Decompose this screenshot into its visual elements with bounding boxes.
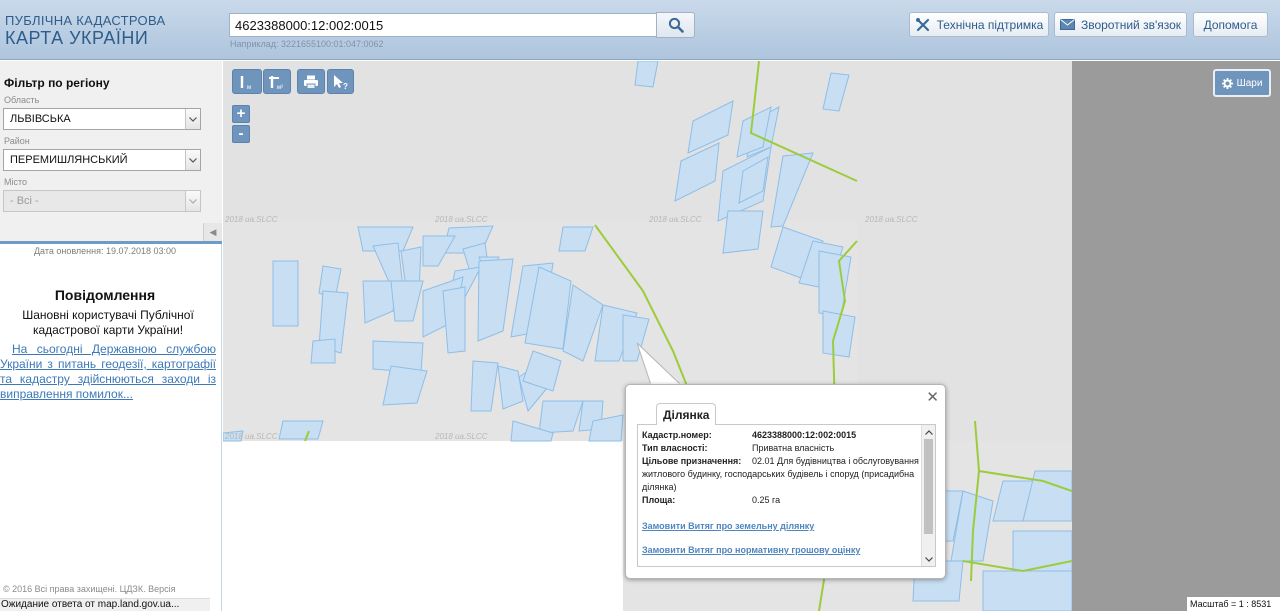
order-valuation-link[interactable]: Замовити Витяг про нормативну грошову оц… bbox=[642, 544, 920, 557]
chevron-left-icon: ◀ bbox=[209, 227, 217, 237]
logo-line1: ПУБЛІЧНА КАДАСТРОВА bbox=[5, 13, 166, 28]
parcel bbox=[1012, 530, 1072, 572]
sidebar: Фільтр по регіону Область ЛЬВІВСЬКА Райо… bbox=[0, 61, 222, 611]
cadastral-number-key: Кадастр.номер: bbox=[642, 430, 712, 440]
district-select[interactable]: ПЕРЕМИШЛЯНСЬКИЙ bbox=[3, 149, 201, 171]
scale-label: Масштаб = 1 : 8531 bbox=[1187, 597, 1280, 611]
watermark: 2018 ua.SLCC bbox=[434, 215, 488, 224]
notice-greeting: Шановні користувачі Публічної кадастрово… bbox=[22, 308, 194, 337]
purpose-row: Цільове призначення: 02.01 Для будівництв… bbox=[642, 455, 920, 494]
filter-title: Фільтр по регіону bbox=[4, 76, 110, 90]
search-button[interactable] bbox=[656, 12, 695, 38]
chevron-down-icon bbox=[185, 150, 200, 170]
district-label: Район bbox=[4, 136, 30, 146]
measure-area-button[interactable]: м² bbox=[263, 69, 291, 94]
order-extract-link[interactable]: Замовити Витяг про земельну ділянку bbox=[642, 520, 920, 533]
ownership-value: Приватна власність bbox=[752, 443, 835, 453]
map-blank-area bbox=[223, 441, 623, 611]
header: ПУБЛІЧНА КАДАСТРОВА КАРТА УКРАЇНИ Наприк… bbox=[0, 0, 1280, 60]
region-value: ЛЬВІВСЬКА bbox=[10, 113, 71, 125]
print-button[interactable] bbox=[297, 69, 325, 94]
chevron-down-icon bbox=[185, 191, 200, 211]
identify-button[interactable]: ? bbox=[327, 69, 354, 94]
region-label: Область bbox=[4, 95, 40, 105]
purpose-key: Цільове призначення: bbox=[642, 456, 742, 466]
measure-area-icon: м² bbox=[269, 75, 283, 90]
logo[interactable]: ПУБЛІЧНА КАДАСТРОВА КАРТА УКРАЇНИ bbox=[5, 14, 165, 47]
tab-parcel[interactable]: Ділянка bbox=[656, 403, 717, 425]
svg-text:м: м bbox=[247, 85, 251, 90]
chevron-down-icon[interactable] bbox=[922, 553, 935, 565]
district-value: ПЕРЕМИШЛЯНСЬКИЙ bbox=[10, 154, 128, 166]
chevron-down-icon bbox=[185, 109, 200, 129]
scroll-thumb[interactable] bbox=[924, 439, 933, 534]
support-label: Технічна підтримка bbox=[936, 17, 1044, 32]
svg-text:?: ? bbox=[343, 82, 348, 90]
print-icon bbox=[304, 75, 318, 89]
search-hint: Наприклад: 3221655100:01:047:0062 bbox=[230, 39, 384, 49]
popup-scrollbar[interactable] bbox=[921, 425, 935, 566]
identify-icon: ? bbox=[333, 74, 348, 90]
city-select[interactable]: - Всі - bbox=[3, 190, 201, 212]
measure-length-button[interactable]: м bbox=[232, 69, 262, 94]
parcel bbox=[272, 260, 299, 327]
layers-label: Шари bbox=[1236, 77, 1263, 89]
status-bar: Ожидание ответа от map.land.gov.ua... bbox=[0, 598, 210, 611]
ownership-key: Тип власності: bbox=[642, 443, 708, 453]
zoom-in-button[interactable]: + bbox=[232, 105, 250, 123]
area-row: Площа: 0.25 га bbox=[642, 494, 920, 507]
city-label: Місто bbox=[4, 177, 28, 187]
gear-icon bbox=[1221, 77, 1233, 89]
city-value: - Всі - bbox=[10, 195, 39, 207]
zoom-out-button[interactable]: - bbox=[232, 125, 250, 143]
support-button[interactable]: Технічна підтримка bbox=[909, 12, 1049, 37]
collapse-sidebar-button[interactable]: ◀ bbox=[203, 223, 222, 242]
layers-button[interactable]: Шари bbox=[1213, 69, 1271, 97]
parcel bbox=[982, 570, 1072, 611]
chevron-up-icon[interactable] bbox=[922, 426, 935, 438]
watermark: 2018 ua.SLCC bbox=[434, 432, 488, 441]
search-icon bbox=[668, 17, 684, 33]
svg-text:м²: м² bbox=[277, 85, 283, 90]
watermark: 2018 ua.SLCC bbox=[224, 432, 278, 441]
close-icon: ✕ bbox=[926, 389, 939, 406]
right-panel bbox=[1072, 61, 1280, 611]
search-input[interactable] bbox=[229, 13, 657, 37]
parcel-info-popup: ✕ Ділянка Кадастр.номер: 4623388000:12:00… bbox=[625, 384, 946, 579]
parcel bbox=[310, 338, 336, 364]
notice-title: Повідомлення bbox=[54, 287, 156, 303]
cadastral-number-row: Кадастр.номер: 4623388000:12:002:0015 bbox=[642, 429, 920, 442]
popup-body: Кадастр.номер: 4623388000:12:002:0015 Тип… bbox=[637, 424, 936, 567]
parcel bbox=[722, 210, 764, 254]
feedback-button[interactable]: Зворотний зв'язок bbox=[1054, 12, 1187, 37]
popup-content: Кадастр.номер: 4623388000:12:002:0015 Тип… bbox=[642, 429, 920, 557]
region-select[interactable]: ЛЬВІВСЬКА bbox=[3, 108, 201, 130]
notice-link[interactable]: На сьогодні Державною службою України з … bbox=[0, 342, 216, 402]
measure-length-icon: м bbox=[240, 75, 251, 90]
copyright: © 2016 Всі права захищені. ЦДЗК. Версія bbox=[3, 584, 176, 594]
watermark: 2018 ua.SLCC bbox=[648, 215, 702, 224]
help-label: Допомога bbox=[1203, 17, 1258, 32]
watermark: 2018 ua.SLCC bbox=[224, 215, 278, 224]
sidebar-divider bbox=[0, 241, 222, 244]
area-value: 0.25 га bbox=[752, 495, 781, 505]
watermark: 2018 ua.SLCC bbox=[864, 215, 918, 224]
feedback-label: Зворотний зв'язок bbox=[1080, 17, 1182, 32]
cadastral-number-value: 4623388000:12:002:0015 bbox=[752, 430, 857, 440]
ownership-row: Тип власності: Приватна власність bbox=[642, 442, 920, 455]
close-button[interactable]: ✕ bbox=[926, 388, 939, 406]
logo-line2: КАРТА УКРАЇНИ bbox=[5, 28, 149, 48]
update-date: Дата оновлення: 19.07.2018 03:00 bbox=[33, 246, 177, 256]
help-button[interactable]: Допомога bbox=[1193, 12, 1268, 37]
area-key: Площа: bbox=[642, 495, 676, 505]
envelope-icon bbox=[1059, 19, 1075, 30]
region-filter-panel: Фільтр по регіону Область ЛЬВІВСЬКА Райо… bbox=[0, 61, 222, 242]
tools-icon bbox=[915, 17, 929, 31]
parcel bbox=[278, 420, 324, 440]
